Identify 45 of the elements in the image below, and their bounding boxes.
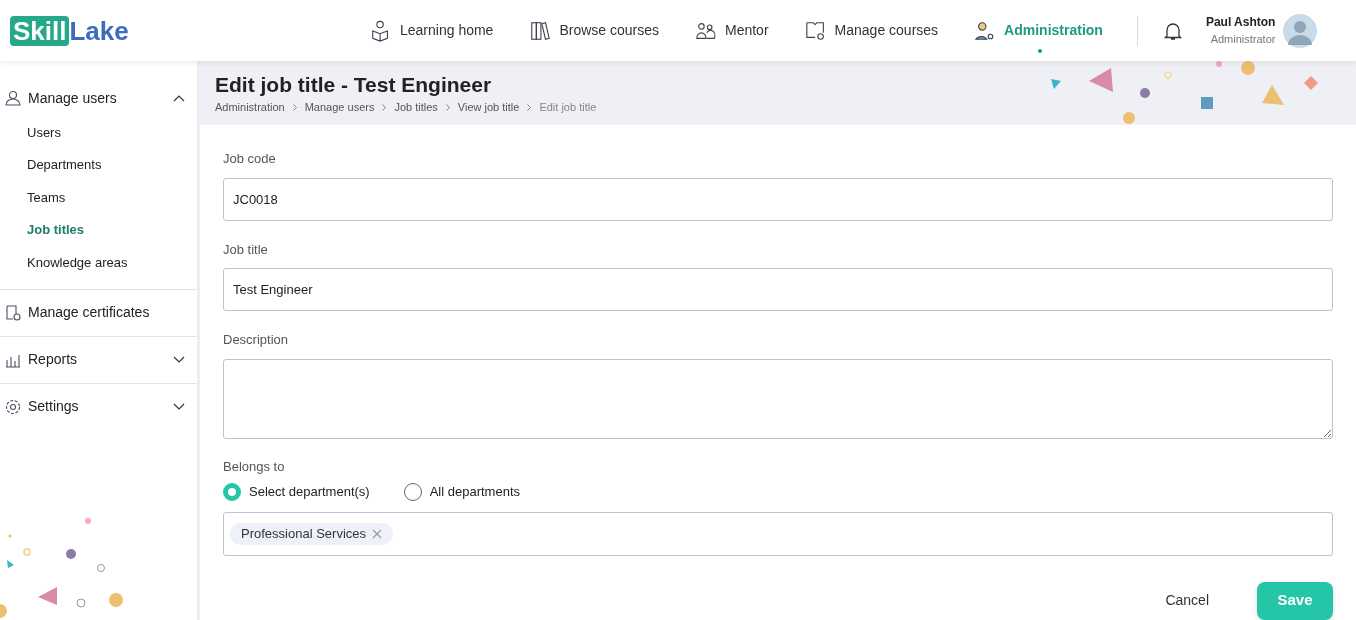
breadcrumb-link[interactable]: View job title [457,99,520,116]
nav-tab[interactable]: Browse courses [529,18,659,43]
breadcrumb-link[interactable]: Job titles [394,99,438,116]
chevron-right-icon [292,103,297,111]
breadcrumb-link[interactable]: Manage users [304,99,375,116]
input-field[interactable]: JC0018 [223,177,1333,221]
certificate-gear-icon [5,304,21,321]
field-label: Belongs to [223,457,286,476]
user-role: Administrator [1210,32,1276,48]
sidebar-subitem[interactable]: Teams [0,181,197,214]
bell-icon[interactable] [1163,20,1182,41]
person-icon [5,90,21,106]
field-label: Job code [223,150,277,168]
text-area[interactable] [223,358,1333,439]
sidebar-item[interactable]: Manage certificates [0,299,197,326]
sidebar-subitem[interactable]: Job titles [0,213,197,246]
sidebar-subitem[interactable]: Departments [0,148,197,181]
nav-tab[interactable]: Mentor [695,18,769,43]
chevron-right-icon [527,103,532,111]
page-title: Edit job title - Test Engineer [215,73,493,97]
radio-option[interactable]: Select department(s) [223,482,370,502]
field-label: Job title [223,240,269,259]
remove-icon[interactable] [372,528,382,539]
radio-option[interactable]: All departments [403,482,520,502]
breadcrumb-link[interactable]: Administration [215,99,285,116]
chevron-right-icon [445,103,450,111]
sidebar-item[interactable]: Reports [0,346,197,373]
gear-icon [5,398,21,415]
nav-tab[interactable]: Learning home [370,18,494,43]
input-field[interactable]: Test Engineer [223,268,1333,311]
radio-button[interactable] [223,482,241,501]
sidebar-item[interactable]: Manage users [0,85,197,111]
field-label: Description [223,331,290,349]
user-name: Paul Ashton [1205,14,1276,32]
nav-tab[interactable]: Administration [974,18,1103,43]
department-tag: Professional Services [230,522,393,545]
tag-input-field[interactable]: Professional Services [223,511,1333,556]
sidebar-subitem[interactable]: Users [0,116,197,149]
sidebar-subitem[interactable]: Knowledge areas [0,246,197,279]
nav-tab[interactable]: Manage courses [804,18,939,43]
cancel-button[interactable]: Cancel [1165,590,1209,611]
logo: Skill Lake [0,15,360,46]
chevron-right-icon [382,103,387,111]
sidebar-item[interactable]: Settings [0,393,197,420]
avatar[interactable] [1283,13,1318,48]
